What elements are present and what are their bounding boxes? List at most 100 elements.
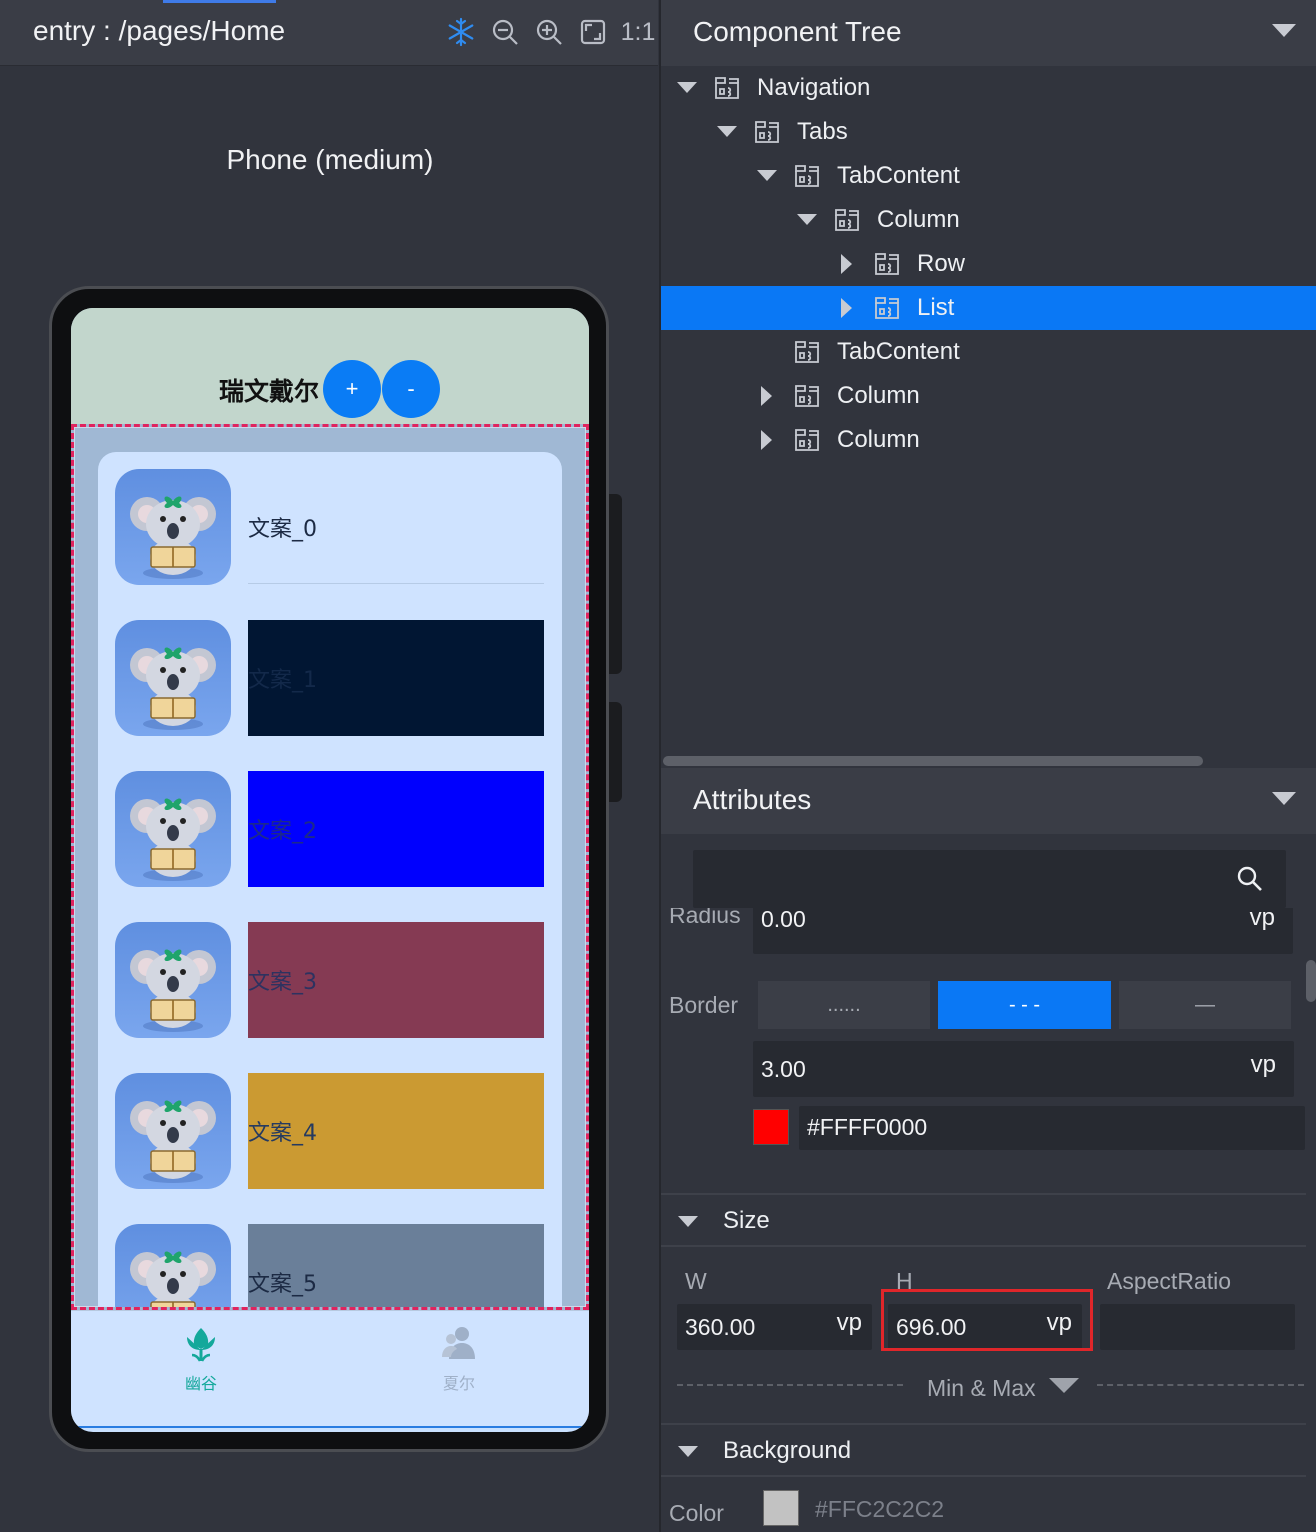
phone-power-button — [609, 702, 622, 802]
expand-arrow-icon[interactable] — [797, 214, 817, 225]
app-title: 瑞文戴尔 — [219, 377, 320, 406]
aspect-ratio-field[interactable] — [1100, 1304, 1295, 1350]
users-icon — [442, 1327, 475, 1359]
list-item[interactable]: 文案_0 — [98, 469, 562, 585]
tree-node-column[interactable]: Column — [661, 198, 1316, 242]
attributes-vertical-scrollbar[interactable] — [1306, 960, 1316, 1002]
minus-button[interactable]: - — [382, 360, 440, 418]
tree-node-label: TabContent — [837, 162, 960, 189]
border-style-dotted[interactable]: ...... — [758, 981, 930, 1029]
width-field[interactable]: 360.00 vp — [677, 1304, 872, 1350]
list-item[interactable]: 文案_5 — [98, 1224, 562, 1307]
tree-node-list[interactable]: List — [661, 286, 1316, 330]
list-card: 文案_0 文案_1 文案_2 文案_3 文案_4 文案_5 — [98, 452, 562, 1307]
list-item[interactable]: 文案_4 — [98, 1073, 562, 1189]
tab-xiaer[interactable]: 夏尔 — [399, 1325, 519, 1394]
background-collapse-icon[interactable] — [678, 1446, 698, 1457]
tree-node-label: Navigation — [757, 74, 871, 101]
tree-node-column[interactable]: Column — [661, 374, 1316, 418]
component-icon — [793, 161, 821, 189]
collapse-arrow-icon[interactable] — [761, 430, 772, 450]
background-color-swatch[interactable] — [763, 1490, 799, 1526]
tree-node-tabs[interactable]: Tabs — [661, 110, 1316, 154]
koala-image — [115, 771, 231, 887]
tree-horizontal-scrollbar[interactable] — [663, 756, 1203, 766]
collapse-arrow-icon[interactable] — [761, 386, 772, 406]
koala-image — [115, 469, 231, 585]
tree-node-navigation[interactable]: Navigation — [661, 66, 1316, 110]
expand-arrow-icon[interactable] — [717, 126, 737, 137]
list-item[interactable]: 文案_3 — [98, 922, 562, 1038]
snowflake-icon[interactable] — [445, 16, 477, 48]
phone-volume-button — [609, 494, 622, 674]
border-width-field[interactable]: 3.00 vp — [753, 1041, 1294, 1097]
min-max-label[interactable]: Min & Max — [927, 1375, 1036, 1402]
border-style-dashed[interactable]: - - - — [938, 981, 1111, 1029]
border-width-value: 3.00 — [761, 1056, 806, 1082]
background-section-header[interactable]: Background — [661, 1423, 1306, 1477]
zoom-out-icon[interactable] — [489, 16, 521, 48]
attributes-header: Attributes — [661, 768, 1316, 834]
list-item[interactable]: 文案_2 — [98, 771, 562, 887]
koala-image — [115, 1073, 231, 1189]
expand-arrow-icon[interactable] — [677, 82, 697, 93]
attribute-search-input[interactable] — [693, 850, 1286, 908]
tree-node-label: Column — [877, 206, 960, 233]
border-color-swatch[interactable] — [753, 1109, 789, 1145]
tree-node-label: Row — [917, 250, 966, 277]
radius-field[interactable]: 0.00 vp — [753, 908, 1293, 954]
tree-node-label: Column — [837, 382, 920, 409]
tab-yougu[interactable]: 幽谷 — [141, 1325, 261, 1394]
list-item-content: 文案_4 — [248, 1073, 544, 1189]
actual-size-button[interactable]: 1:1 — [620, 16, 656, 48]
size-section-header[interactable]: Size — [661, 1193, 1306, 1247]
koala-image — [115, 1224, 231, 1307]
active-tab-indicator — [163, 0, 276, 3]
fit-screen-icon[interactable] — [577, 16, 609, 48]
list-item[interactable]: 文案_1 — [98, 620, 562, 736]
tab-label-yougu: 幽谷 — [184, 1374, 217, 1393]
background-color-value[interactable]: #FFC2C2C2 — [815, 1496, 944, 1523]
tree-node-row[interactable]: Row — [661, 242, 1316, 286]
component-icon — [713, 73, 741, 101]
search-icon[interactable] — [1236, 865, 1264, 893]
component-icon — [833, 205, 861, 233]
border-color-field[interactable]: #FFFF0000 — [799, 1106, 1305, 1150]
tree-node-label: Tabs — [797, 118, 848, 145]
tree-node-label: TabContent — [837, 338, 960, 365]
attributes-collapse-icon[interactable] — [1272, 792, 1296, 805]
collapse-arrow-icon[interactable] — [841, 298, 852, 318]
previewer-toolbar: entry : /pages/Home 1:1 — [0, 0, 658, 66]
list-item-text: 文案_2 — [248, 819, 317, 844]
inspector-panel: Component Tree Navigation Tabs TabConten… — [659, 0, 1316, 1532]
radius-unit: vp — [1249, 908, 1275, 931]
tree-node-tabcontent[interactable]: TabContent — [661, 154, 1316, 198]
min-max-expand-icon[interactable] — [1049, 1378, 1079, 1393]
list-item-text: 文案_3 — [248, 970, 317, 995]
list-divider — [248, 583, 544, 584]
bottom-tab-bar: 幽谷 夏尔 — [71, 1310, 589, 1428]
list-component[interactable]: 文案_0 文案_1 文案_2 文案_3 文案_4 文案_5 — [71, 424, 589, 1310]
size-title: Size — [723, 1207, 770, 1234]
tree-node-label: List — [917, 294, 955, 321]
tree-node-tabcontent[interactable]: TabContent — [661, 330, 1316, 374]
device-label: Phone (medium) — [226, 144, 434, 175]
collapse-arrow-icon[interactable] — [841, 254, 852, 274]
size-collapse-icon[interactable] — [678, 1216, 698, 1227]
list-item-content: 文案_5 — [248, 1224, 544, 1307]
plus-button[interactable]: + — [323, 360, 381, 418]
list-item-text: 文案_0 — [248, 517, 317, 542]
list-item-text: 文案_5 — [248, 1272, 317, 1297]
min-max-divider-left — [677, 1384, 903, 1386]
component-icon — [793, 425, 821, 453]
entry-path: entry : /pages/Home — [33, 15, 286, 46]
list-item-content: 文案_2 — [248, 771, 544, 887]
border-color-value: #FFFF0000 — [807, 1114, 928, 1140]
border-style-solid[interactable]: — — [1119, 981, 1291, 1029]
expand-arrow-icon[interactable] — [757, 170, 777, 181]
tree-node-column[interactable]: Column — [661, 418, 1316, 462]
component-tree-collapse-icon[interactable] — [1272, 24, 1296, 37]
phone-screen[interactable]: 瑞文戴尔 + - 文案_0 文案_1 文案_2 文案_3 文案_4 文案_5 幽… — [71, 308, 589, 1432]
zoom-in-icon[interactable] — [533, 16, 565, 48]
component-icon — [793, 337, 821, 365]
